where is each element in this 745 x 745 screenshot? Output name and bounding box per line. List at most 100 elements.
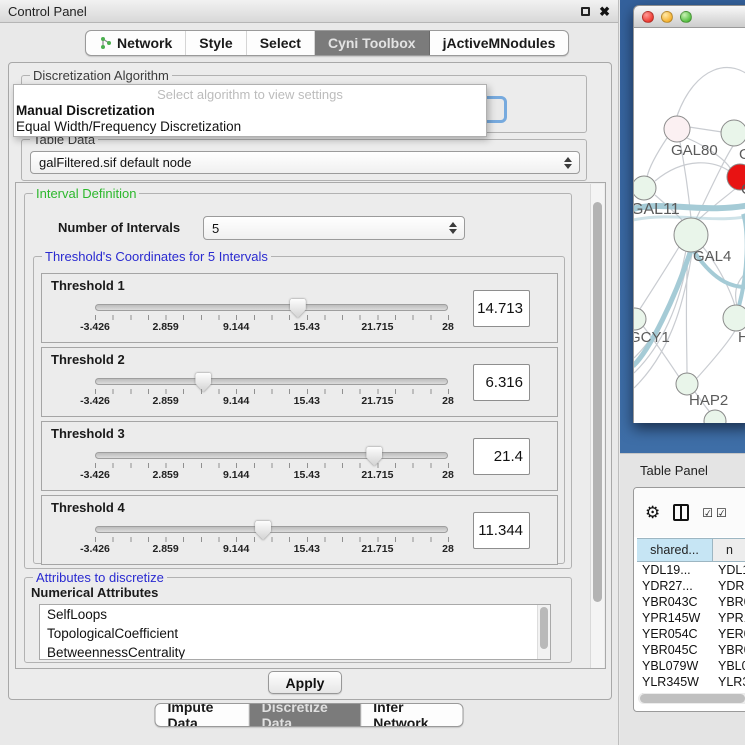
- tab-label: Style: [199, 35, 232, 51]
- table-row[interactable]: YDL19...YDL1: [637, 563, 745, 579]
- minimize-window-icon[interactable]: [661, 11, 673, 23]
- node-table: shared... n YDL19...YDL1YDR27...YDR2YBR0…: [637, 538, 745, 711]
- tab-network[interactable]: Network: [86, 31, 186, 55]
- threshold-slider-track[interactable]: [95, 304, 448, 311]
- checkbox-checked-icon[interactable]: ☑: [716, 506, 728, 520]
- threshold-slider-track[interactable]: [95, 452, 448, 459]
- checkbox-checked-icon[interactable]: ☑: [702, 506, 714, 520]
- axis-tick-label: 28: [442, 469, 454, 481]
- number-of-intervals-label: Number of Intervals: [58, 220, 180, 235]
- axis-tick-label: 2.859: [152, 395, 178, 407]
- network-canvas[interactable]: GAL80GACGAL11GAL4GCY1HHAP2: [633, 28, 745, 423]
- scrollbar-thumb[interactable]: [640, 694, 745, 703]
- table-row[interactable]: YBR045CYBR0: [637, 643, 745, 659]
- network-node[interactable]: [723, 305, 745, 331]
- threshold-value-field[interactable]: 11.344: [473, 512, 530, 549]
- axis-tick-label: 28: [442, 321, 454, 333]
- panel-title: Control Panel: [8, 4, 581, 19]
- threshold-slider-track[interactable]: [95, 378, 448, 385]
- table-rows: YDL19...YDL1YDR27...YDR2YBR043CYBR0YPR14…: [637, 563, 745, 696]
- slider-axis-labels: -3.4262.8599.14415.4321.71528: [95, 469, 448, 483]
- table-data-combobox[interactable]: galFiltered.sif default node: [30, 151, 580, 174]
- tab-infer-network[interactable]: Infer Network: [361, 704, 462, 726]
- table-row[interactable]: YPR145WYPR1: [637, 611, 745, 627]
- number-of-intervals-combobox[interactable]: 5: [203, 216, 465, 240]
- tab-impute-data[interactable]: Impute Data: [156, 704, 250, 726]
- network-node[interactable]: [664, 116, 690, 142]
- tab-label: jActiveMNodules: [443, 35, 556, 51]
- network-node[interactable]: [704, 410, 726, 423]
- cell-name: YBL0: [713, 659, 745, 675]
- float-window-icon[interactable]: [581, 7, 590, 16]
- cell-shared-name: YBR045C: [637, 643, 713, 659]
- scrollbar-thumb[interactable]: [540, 607, 548, 649]
- column-checkboxes[interactable]: ☑☑: [702, 506, 728, 520]
- axis-tick-label: 2.859: [152, 321, 178, 333]
- attribute-list-item[interactable]: BetweennessCentrality: [40, 643, 550, 660]
- tab-style[interactable]: Style: [186, 31, 246, 55]
- node-label: GAL11: [634, 201, 680, 218]
- apply-button[interactable]: Apply: [268, 671, 342, 694]
- tab-select[interactable]: Select: [247, 31, 315, 55]
- top-tab-bar: Network Style SelectCyni Toolbox jActiveMNo…: [85, 30, 569, 56]
- network-graph: GAL80GACGAL11GAL4GCY1HHAP2: [634, 28, 745, 423]
- table-data-value: galFiltered.sif default node: [39, 155, 191, 170]
- algorithm-option[interactable]: Equal Width/Frequency Discretization: [14, 119, 486, 135]
- threshold-label: Threshold 3: [51, 426, 125, 441]
- tab-jactivemnodules[interactable]: jActiveMNodules: [430, 31, 569, 55]
- axis-tick-label: 15.43: [294, 321, 320, 333]
- threshold-value-field[interactable]: 14.713: [473, 290, 530, 327]
- network-icon: [99, 36, 112, 50]
- table-row[interactable]: YBR043CYBR0: [637, 595, 745, 611]
- numerical-attributes-list[interactable]: SelfLoopsTopologicalCoefficientBetweenne…: [39, 604, 551, 660]
- table-row[interactable]: YLR345WYLR3: [637, 675, 745, 691]
- settings-scrollpane: Interval Definition Number of Intervals …: [15, 182, 606, 669]
- scrollbar-thumb[interactable]: [593, 202, 602, 602]
- cell-name: YBR0: [713, 595, 745, 611]
- thresholds-group-title: Threshold's Coordinates for 5 Intervals: [42, 249, 271, 264]
- table-row[interactable]: YDR27...YDR2: [637, 579, 745, 595]
- attribute-list-item[interactable]: SelfLoops: [40, 605, 550, 624]
- attribute-list-item[interactable]: TopologicalCoefficient: [40, 624, 550, 643]
- column-header-name[interactable]: n: [713, 539, 745, 561]
- table-horizontal-scrollbar[interactable]: [638, 693, 745, 704]
- column-header-shared-name[interactable]: shared...: [637, 539, 713, 561]
- node-label: C: [741, 181, 745, 198]
- node-label: GAL80: [671, 142, 718, 159]
- algorithm-option[interactable]: Manual Discretization: [14, 103, 486, 119]
- threshold-value-field[interactable]: 21.4: [473, 438, 530, 475]
- axis-tick-label: 15.43: [294, 469, 320, 481]
- axis-tick-label: 15.43: [294, 543, 320, 555]
- settings-vertical-scrollbar[interactable]: [590, 184, 604, 668]
- node-label: GAL4: [693, 248, 731, 265]
- stepper-icon: [449, 222, 457, 234]
- control-panel: Control Panel ✖ Network Style SelectCyni T…: [0, 0, 619, 745]
- close-window-icon[interactable]: [642, 11, 654, 23]
- network-node[interactable]: [721, 120, 745, 146]
- tab-discretize-data[interactable]: Discretize Data: [250, 704, 362, 726]
- axis-tick-label: 9.144: [223, 321, 249, 333]
- gear-icon[interactable]: ⚙: [645, 504, 660, 521]
- axis-tick-label: -3.426: [80, 543, 110, 555]
- table-row[interactable]: YER054CYER0: [637, 627, 745, 643]
- close-icon[interactable]: ✖: [599, 5, 610, 18]
- table-panel-title: Table Panel: [640, 463, 708, 478]
- network-node[interactable]: [634, 176, 656, 200]
- number-of-intervals-value: 5: [212, 221, 219, 236]
- cell-name: YBR0: [713, 643, 745, 659]
- zoom-window-icon[interactable]: [680, 11, 692, 23]
- split-view-icon[interactable]: [673, 504, 689, 521]
- threshold-value-field[interactable]: 6.316: [473, 364, 530, 401]
- network-node[interactable]: [674, 218, 708, 252]
- network-window-titlebar: [633, 5, 745, 28]
- axis-tick-label: 28: [442, 395, 454, 407]
- table-panel-card: ⚙ ☑☑ shared... n YDL19...YDL1YDR27...YDR…: [633, 487, 745, 712]
- table-row[interactable]: YBL079WYBL0: [637, 659, 745, 675]
- cell-shared-name: YLR345W: [637, 675, 713, 691]
- attributes-scrollbar[interactable]: [537, 605, 550, 659]
- threshold-label: Threshold 4: [51, 500, 125, 515]
- axis-tick-label: -3.426: [80, 321, 110, 333]
- threshold-box-4: Threshold 4-3.4262.8599.14415.4321.71528…: [41, 495, 558, 565]
- threshold-slider-track[interactable]: [95, 526, 448, 533]
- tab-cyni-toolbox[interactable]: Cyni Toolbox: [315, 31, 430, 55]
